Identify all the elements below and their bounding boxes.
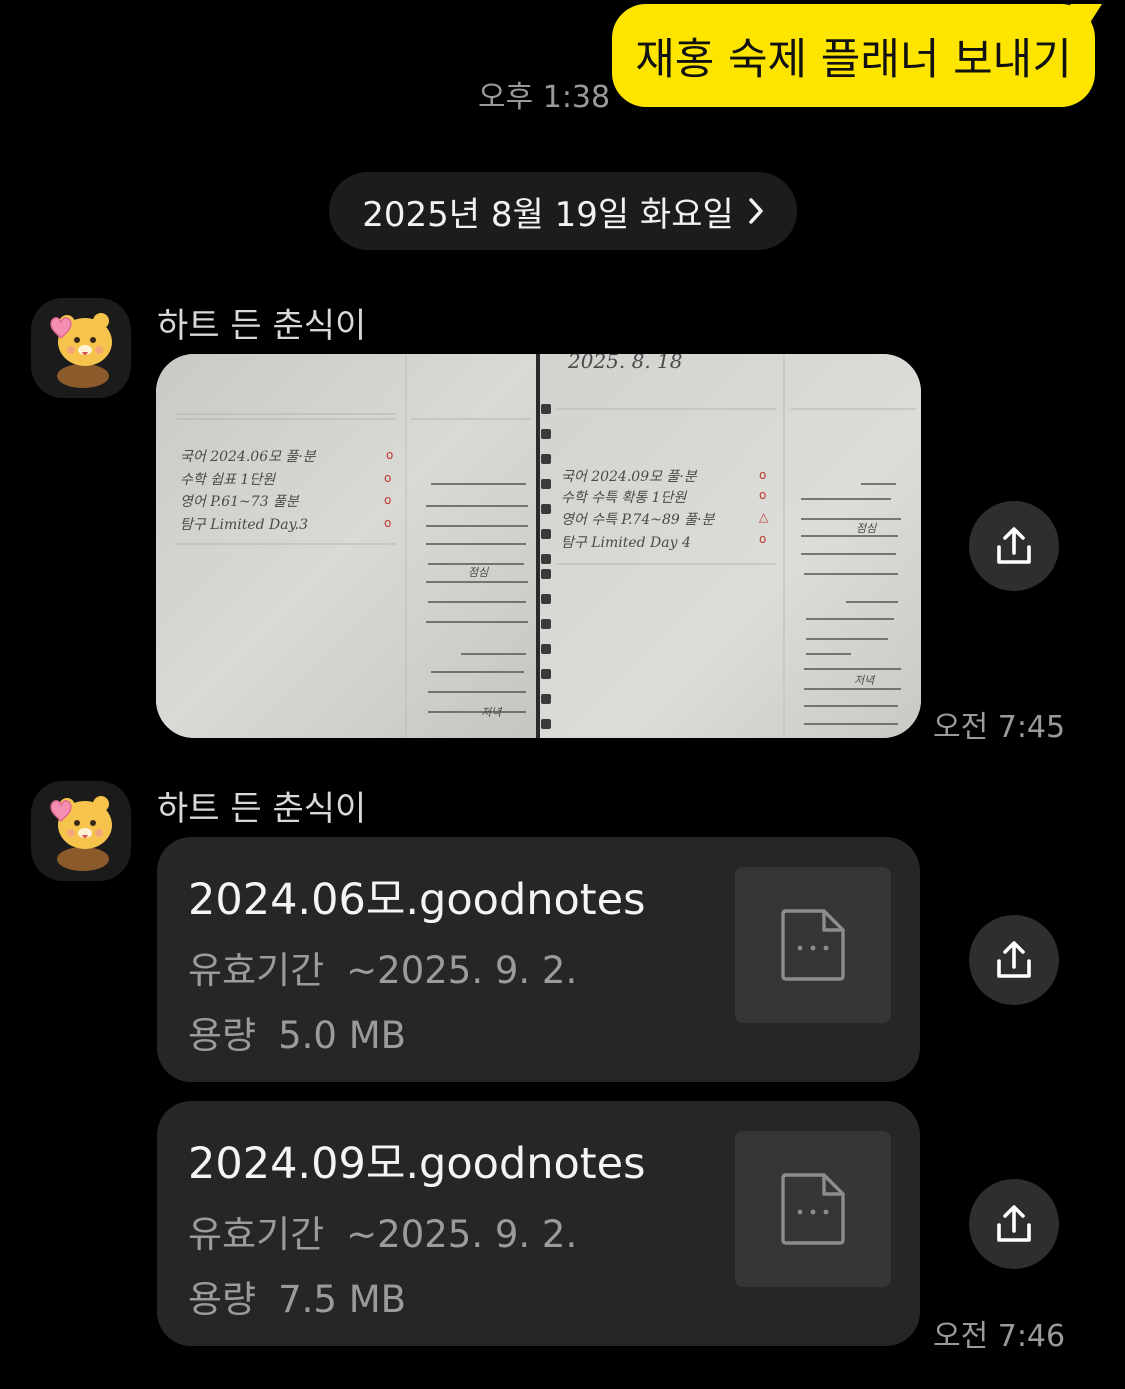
- sent-message-bubble[interactable]: 재홍 숙제 플래너 보내기: [612, 4, 1095, 107]
- photo-left-mark-3: o: [384, 493, 391, 507]
- photo-right-mark-4: o: [759, 532, 766, 546]
- file-size-value: 5.0 MB: [278, 1014, 407, 1057]
- photo-right-mark-1: o: [759, 468, 766, 482]
- file-expiry-label: 유효기간: [188, 949, 325, 992]
- photo-left-row-4: 탐구 Limited Day.3: [180, 517, 308, 533]
- share-icon: [997, 1205, 1031, 1242]
- photo-left-row-2: 수학 쉽표 1단원: [180, 472, 276, 488]
- photo-right-header: 2025. 8. 18: [567, 354, 683, 373]
- file-expiry-label: 유효기간: [188, 1213, 325, 1256]
- share-icon: [997, 941, 1031, 978]
- file-expiry: 유효기간 ~2025. 9. 2.: [188, 940, 577, 994]
- file-icon: [781, 1173, 845, 1245]
- date-divider-label: 2025년 8월 19일 화요일: [362, 194, 734, 235]
- sender-name: 하트 든 춘식이: [157, 789, 367, 829]
- photo-left-side-note: 점심: [468, 566, 489, 579]
- photo-right-row-3: 영어 수특 P.74~89 풀·분: [561, 512, 716, 528]
- planner-photo-image: 국어 2024.06모 풀·분 수학 쉽표 1단원 영어 P.61~73 풀분 …: [156, 354, 921, 738]
- file-icon: [781, 909, 845, 981]
- sent-message-text: 재홍 숙제 플래너 보내기: [635, 34, 1072, 85]
- file-size-label: 용량: [188, 1014, 257, 1057]
- photo-left-row-3: 영어 P.61~73 풀분: [180, 494, 300, 510]
- photo-left-bottom-note: 저녁: [481, 706, 503, 719]
- file-size-label: 용량: [188, 1278, 257, 1321]
- share-button[interactable]: [969, 1179, 1059, 1269]
- file-expiry: 유효기간 ~2025. 9. 2.: [188, 1204, 577, 1258]
- photo-left-mark-4: o: [384, 516, 391, 530]
- file-expiry-value: ~2025. 9. 2.: [346, 1213, 578, 1256]
- photo-right-mark-2: o: [759, 488, 766, 502]
- file-name: 2024.06모.goodnotes: [188, 875, 646, 925]
- photo-right-bottom-note: 저녁: [854, 674, 876, 687]
- photo-right-row-2: 수학 수특 확통 1단원: [561, 490, 687, 506]
- photo-right-row-4: 탐구 Limited Day 4: [561, 535, 691, 551]
- sender-avatar[interactable]: [31, 781, 131, 881]
- sent-time: 오후 1:38: [478, 80, 611, 115]
- photo-time: 오전 7:45: [933, 710, 1066, 745]
- share-icon: [997, 527, 1031, 564]
- file-size: 용량 7.5 MB: [188, 1269, 406, 1323]
- file-size: 용량 5.0 MB: [188, 1005, 406, 1059]
- file-card[interactable]: 2024.09모.goodnotes 유효기간 ~2025. 9. 2. 용량 7.…: [157, 1101, 920, 1346]
- date-divider-button[interactable]: 2025년 8월 19일 화요일: [329, 172, 797, 250]
- photo-left-mark-1: o: [386, 448, 393, 462]
- file-size-value: 7.5 MB: [278, 1278, 407, 1321]
- file-thumbnail: [735, 1131, 891, 1287]
- planner-photo[interactable]: 국어 2024.06모 풀·분 수학 쉽표 1단원 영어 P.61~73 풀분 …: [156, 354, 921, 738]
- choonsik-avatar-icon: [50, 796, 112, 871]
- file-card[interactable]: 2024.06모.goodnotes 유효기간 ~2025. 9. 2. 용량 5.…: [157, 837, 920, 1082]
- files-time: 오전 7:46: [933, 1319, 1066, 1354]
- file-thumbnail: [735, 867, 891, 1023]
- share-button[interactable]: [969, 501, 1059, 591]
- sender-name: 하트 든 춘식이: [157, 306, 367, 346]
- share-button[interactable]: [969, 915, 1059, 1005]
- file-name: 2024.09모.goodnotes: [188, 1139, 646, 1189]
- photo-right-mark-3: △: [759, 510, 769, 524]
- photo-right-side-note: 점심: [856, 522, 877, 535]
- chevron-right-icon: [749, 198, 763, 224]
- choonsik-avatar-icon: [50, 313, 112, 388]
- file-expiry-value: ~2025. 9. 2.: [346, 949, 578, 992]
- photo-right-row-1: 국어 2024.09모 풀·분: [561, 469, 698, 485]
- photo-left-row-1: 국어 2024.06모 풀·분: [180, 449, 317, 465]
- sender-avatar[interactable]: [31, 298, 131, 398]
- photo-left-mark-2: o: [384, 471, 391, 485]
